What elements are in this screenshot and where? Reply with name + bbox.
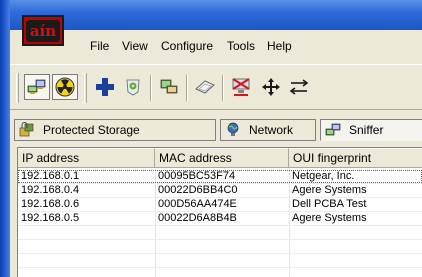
menu-configure[interactable]: Configure (161, 39, 213, 53)
computers-button[interactable] (156, 74, 182, 100)
toolbar-separator (186, 75, 188, 101)
arp-poison-button[interactable] (228, 74, 254, 100)
cell-ip: 192.168.0.6 (21, 198, 80, 210)
cell-oui: Agere Systems (292, 212, 367, 224)
add-plus-icon (96, 78, 114, 96)
tab-protected-storage[interactable]: Protected Storage (14, 119, 216, 141)
toolbar (10, 64, 422, 110)
computers-icon (160, 79, 178, 94)
menu-file[interactable]: File (90, 39, 109, 53)
toolbar-separator (222, 75, 224, 101)
cell-oui: Netgear, Inc. (292, 170, 355, 182)
network-icon (227, 122, 239, 136)
cell-mac: 00022D6A8B4B (158, 212, 237, 224)
table-row[interactable]: 192.168.0.4 00022D6BB4C0 Agere Systems (18, 184, 422, 197)
menu-view[interactable]: View (122, 39, 148, 53)
host-list[interactable]: IP address MAC address OUI fingerprint 1… (17, 147, 422, 277)
password-hash-button[interactable] (192, 74, 218, 100)
menu-help[interactable]: Help (267, 39, 292, 53)
table-row[interactable]: 192.168.0.1 00095BC53F74 Netgear, Inc. (18, 170, 422, 183)
app-window: aín File View Configure Tools Help Prote… (0, 0, 422, 277)
column-header-ip[interactable]: IP address (18, 148, 155, 168)
certificate-button[interactable] (120, 74, 146, 100)
protected-storage-icon (19, 122, 34, 137)
move-arrows-icon (262, 78, 280, 96)
arp-poison-icon (232, 78, 250, 96)
password-hash-icon (195, 80, 215, 94)
tab-network[interactable]: Network (220, 119, 316, 141)
sniffer-icon (325, 123, 341, 136)
cell-ip: 192.168.0.1 (21, 170, 80, 182)
table-row[interactable]: 192.168.0.5 00022D6A8B4B Agere Systems (18, 212, 422, 225)
certificate-icon (126, 79, 140, 96)
route-button[interactable] (286, 74, 312, 100)
tab-sniffer[interactable]: Sniffer (320, 119, 422, 141)
tab-sniffer-label: Sniffer (349, 123, 384, 137)
cell-oui: Dell PCBA Test (292, 198, 367, 210)
radiation-button[interactable] (52, 74, 78, 100)
cell-oui: Agere Systems (292, 184, 367, 196)
tab-strip: Protected Storage Network Sniffer (10, 116, 422, 143)
move-button[interactable] (258, 74, 284, 100)
tab-protected-storage-label: Protected Storage (43, 123, 140, 137)
toolbar-grip[interactable] (16, 73, 19, 103)
menu-bar: File View Configure Tools Help (10, 36, 422, 58)
cell-ip: 192.168.0.4 (21, 184, 80, 196)
toolbar-grip[interactable] (84, 73, 87, 103)
cell-mac: 00095BC53F74 (158, 170, 236, 182)
network-computers-button[interactable] (24, 74, 50, 100)
table-row[interactable]: 192.168.0.6 000D56AA474E Dell PCBA Test (18, 198, 422, 211)
column-header-mac[interactable]: MAC address (155, 148, 289, 168)
list-header: IP address MAC address OUI fingerprint (18, 148, 422, 168)
tab-network-label: Network (249, 123, 294, 137)
cell-ip: 192.168.0.5 (21, 212, 80, 224)
network-computers-icon (27, 79, 46, 94)
cell-mac: 000D56AA474E (158, 198, 237, 210)
toolbar-separator (150, 75, 152, 101)
cell-mac: 00022D6BB4C0 (158, 184, 238, 196)
window-border (0, 0, 10, 277)
column-header-oui[interactable]: OUI fingerprint (289, 148, 422, 168)
route-arrows-icon (289, 79, 309, 95)
menu-tools[interactable]: Tools (227, 39, 255, 53)
radiation-icon (55, 77, 75, 97)
add-button[interactable] (92, 74, 118, 100)
